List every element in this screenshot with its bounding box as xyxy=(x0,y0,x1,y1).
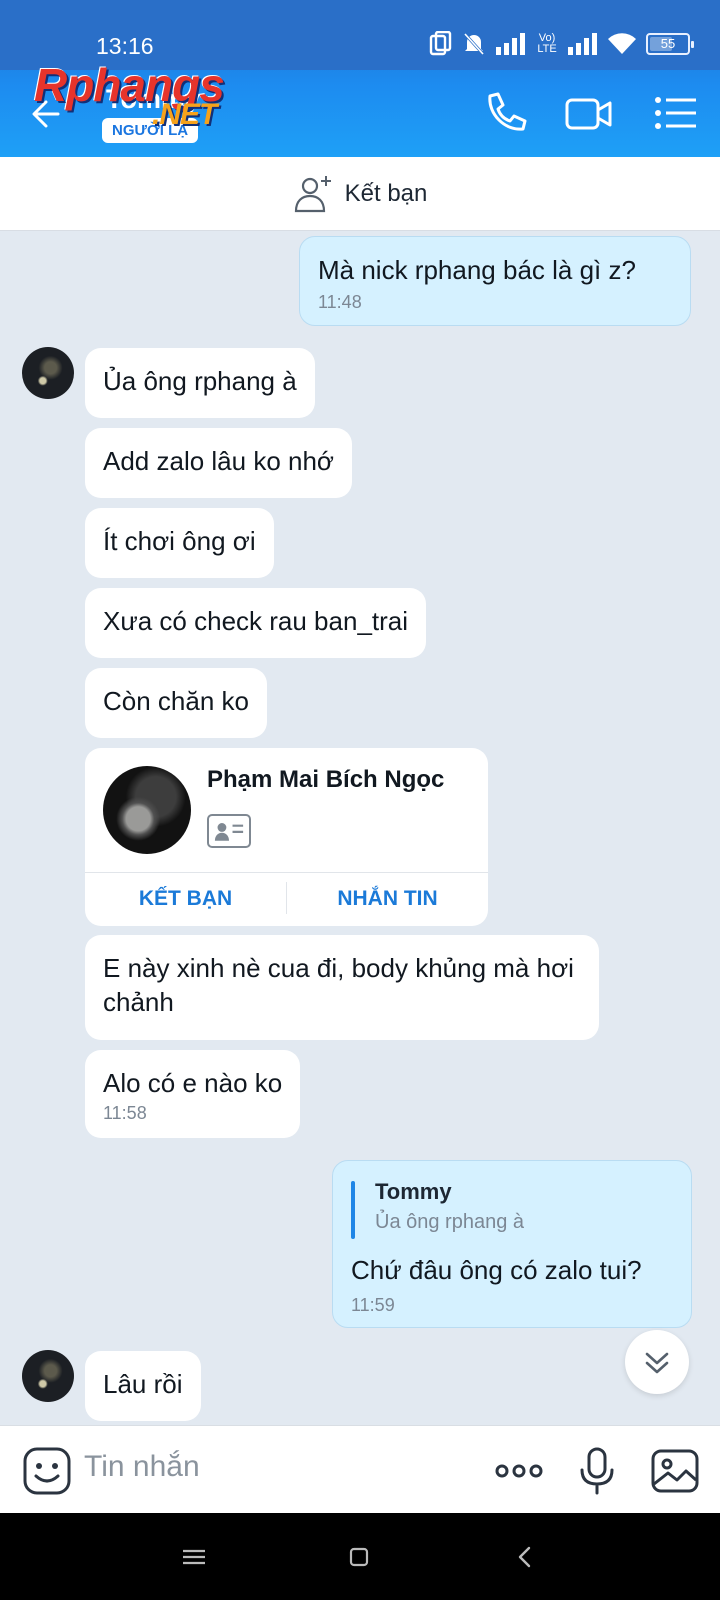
more-icon[interactable] xyxy=(494,1446,544,1496)
system-nav-bar xyxy=(0,1513,720,1600)
message-text: Alo có e nào ko xyxy=(103,1068,283,1098)
back-icon[interactable] xyxy=(510,1543,540,1571)
message-bubble-incoming[interactable]: Alo có e nào ko 11:58 xyxy=(85,1050,301,1138)
add-friend-icon xyxy=(294,175,331,212)
message-bubble-incoming[interactable]: Còn chăn ko xyxy=(85,668,267,738)
watermark-logo: Rphangs .NET xyxy=(34,58,225,131)
contact-card-avatar[interactable] xyxy=(103,766,191,854)
message-text: Còn chăn ko xyxy=(103,686,249,716)
message-text: Lâu rồi xyxy=(103,1369,183,1399)
message-bubble-incoming[interactable]: Ít chơi ông ơi xyxy=(85,508,274,578)
avatar[interactable] xyxy=(22,1350,74,1402)
card-message-button[interactable]: NHẮN TIN xyxy=(287,872,488,926)
screen-cast-icon xyxy=(429,31,452,56)
status-time: 13:16 xyxy=(96,33,154,59)
message-bubble-incoming[interactable]: Xưa có check rau ban_trai xyxy=(85,588,427,658)
message-text: Ít chơi ông ơi xyxy=(103,526,256,556)
message-bubble-outgoing[interactable]: Mà nick rphang bác là gì z? 11:48 xyxy=(299,236,691,326)
quoted-sender: Tommy xyxy=(375,1179,452,1204)
quote-bar xyxy=(351,1181,355,1239)
message-text: Xưa có check rau ban_trai xyxy=(103,606,409,636)
message-text: E này xinh nè cua đi, body khủng mà hơi … xyxy=(103,953,574,1017)
emoji-icon[interactable] xyxy=(22,1446,72,1496)
add-friend-bar[interactable]: Kết bạn xyxy=(0,157,720,231)
message-bubble-incoming[interactable]: E này xinh nè cua đi, body khủng mà hơi … xyxy=(85,935,599,1040)
id-card-icon xyxy=(207,814,251,848)
add-friend-label: Kết bạn xyxy=(344,179,428,207)
home-icon[interactable] xyxy=(344,1543,374,1571)
battery-level: 55 xyxy=(660,36,676,51)
message-time: 11:58 xyxy=(103,1103,147,1123)
reply-message-bubble[interactable]: Tommy Ủa ông rphang à Chứ đâu ông có zal… xyxy=(332,1160,692,1328)
card-add-friend-button[interactable]: KẾT BẠN xyxy=(85,872,286,926)
signal-icon-2 xyxy=(568,33,597,55)
contact-card[interactable]: Phạm Mai Bích Ngọc KẾT BẠN NHẮN TIN xyxy=(85,748,488,926)
recent-apps-icon[interactable] xyxy=(179,1543,209,1571)
status-icons: Vo) LTE 55 xyxy=(428,30,694,58)
message-text: Add zalo lâu ko nhớ xyxy=(103,446,334,476)
message-bubble-incoming[interactable]: Lâu rồi xyxy=(85,1351,201,1421)
avatar[interactable] xyxy=(22,347,74,399)
message-text: Ủa ông rphang à xyxy=(103,366,297,396)
message-input[interactable]: Tin nhắn xyxy=(84,1450,200,1484)
mic-icon[interactable] xyxy=(572,1446,622,1496)
phone-icon[interactable] xyxy=(478,88,528,138)
quoted-text: Ủa ông rphang à xyxy=(375,1211,525,1233)
scroll-to-bottom-button[interactable] xyxy=(625,1330,689,1394)
contact-card-name: Phạm Mai Bích Ngọc xyxy=(207,766,445,793)
battery-icon: 55 xyxy=(646,33,694,55)
double-chevron-down-icon xyxy=(645,1352,669,1374)
signal-icon xyxy=(496,33,525,55)
message-text: Mà nick rphang bác là gì z? xyxy=(318,255,636,285)
mute-icon xyxy=(463,32,485,56)
chat-header: 13:16 Vo) LTE 55 Tommy NGƯỜI LẠ Rphangs.… xyxy=(0,0,720,157)
image-icon[interactable] xyxy=(650,1446,700,1496)
message-composer: Tin nhắn xyxy=(0,1425,720,1513)
network-label: Vo) LTE xyxy=(537,32,557,55)
message-bubble-incoming[interactable]: Add zalo lâu ko nhớ xyxy=(85,428,352,498)
menu-icon[interactable] xyxy=(652,88,702,138)
message-bubble-incoming[interactable]: Ủa ông rphang à xyxy=(85,348,315,418)
message-text: Chứ đâu ông có zalo tui? xyxy=(351,1255,642,1285)
watermark-suffix: .NET xyxy=(152,98,217,131)
message-time: 11:48 xyxy=(318,292,362,312)
message-time: 11:59 xyxy=(351,1295,395,1315)
video-call-icon[interactable] xyxy=(564,88,614,138)
wifi-icon xyxy=(608,33,636,54)
